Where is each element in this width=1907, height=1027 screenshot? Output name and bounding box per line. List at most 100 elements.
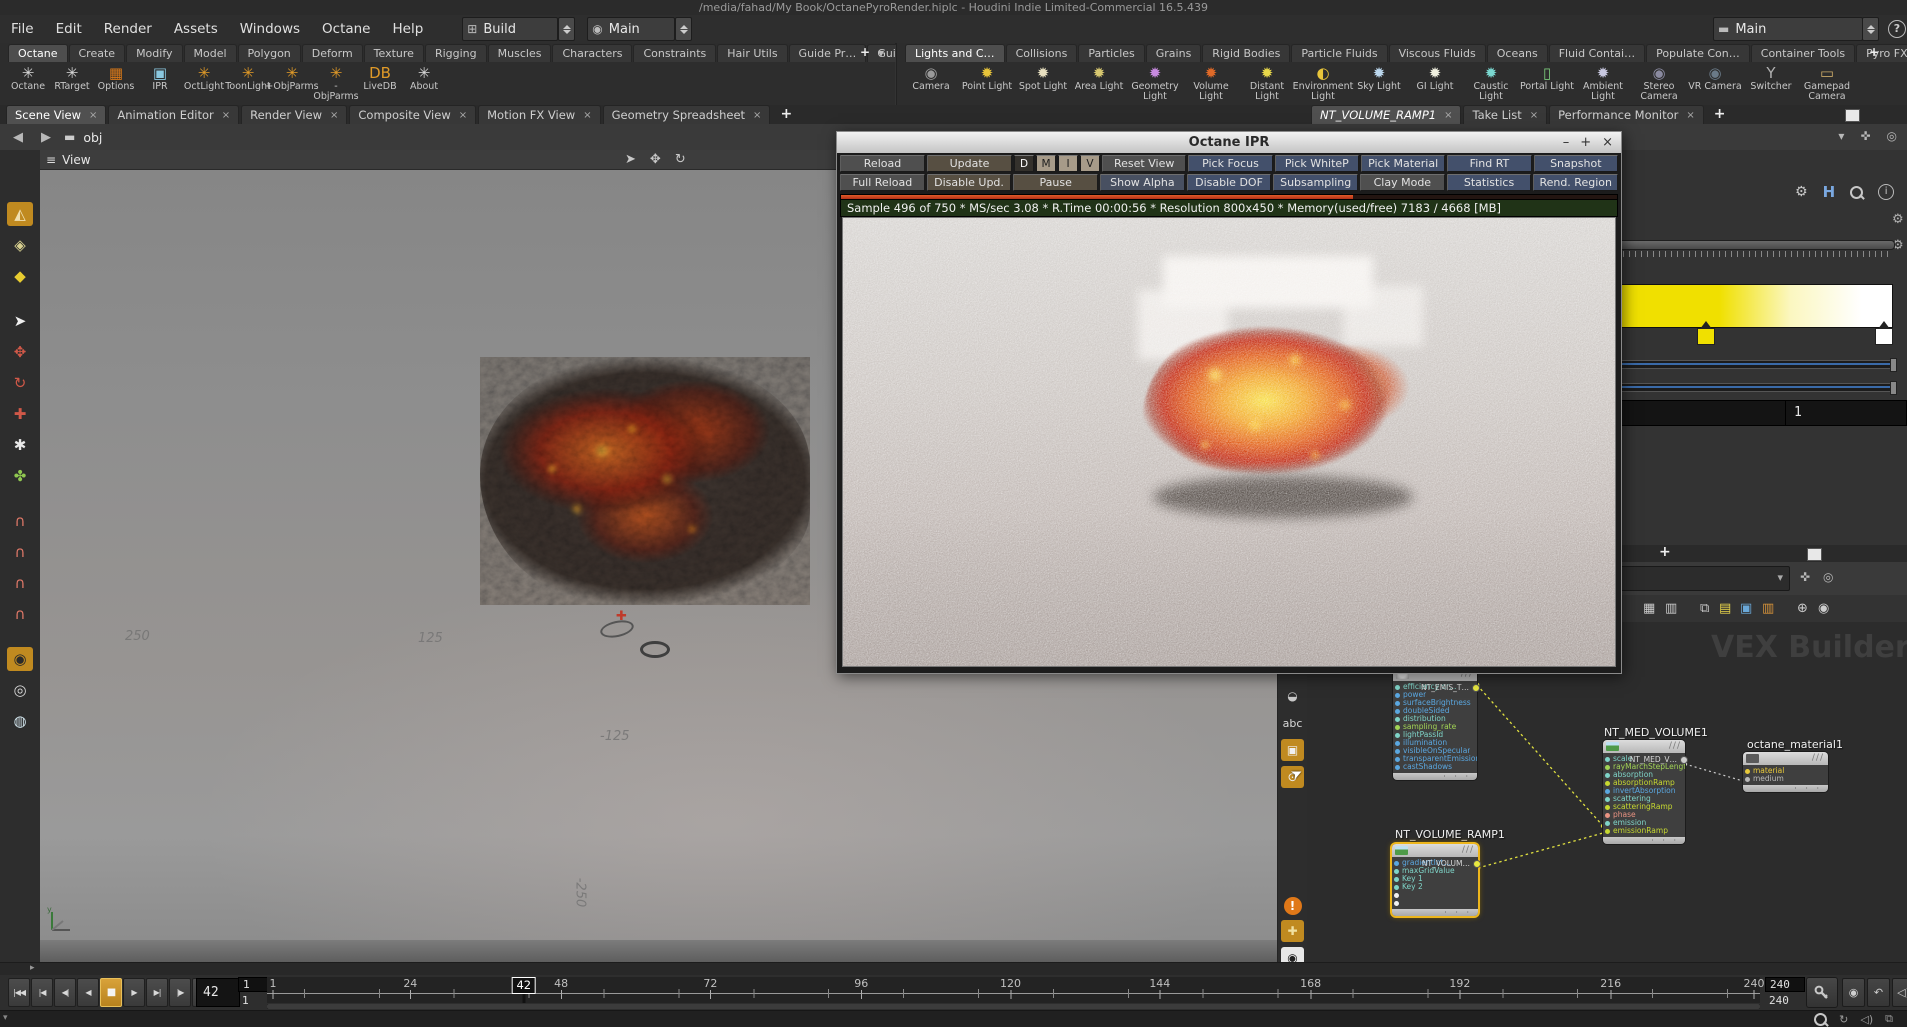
shelf-tool[interactable]: ◉ VR Camera [1687,62,1743,105]
tool-icon[interactable]: ◉ [7,647,33,671]
port-dot[interactable] [1605,796,1610,802]
pane-tab[interactable]: Geometry Spreadsheet × [602,105,771,124]
close-icon[interactable]: × [1530,110,1538,121]
select-icon[interactable]: ➤ [625,152,636,167]
ipr-toggle[interactable]: V [1080,155,1100,172]
port-dot[interactable] [1395,748,1400,754]
shelf-tab[interactable]: Model [183,44,237,62]
transport-button[interactable]: ▶| [146,978,168,1007]
info-icon[interactable]: i [1878,184,1895,200]
octane-ipr-window[interactable]: Octane IPR – + × Reload Update DMIV Reset… [836,131,1622,674]
splitter-icon[interactable]: ▾ [3,1013,8,1023]
shelf-add-icon[interactable]: + [1869,45,1879,59]
shelf-tool[interactable]: DB LiveDB [358,62,402,105]
shelf-tab[interactable]: Polygon [237,44,301,62]
shelf-tab[interactable]: Octane [8,44,68,62]
node-port[interactable]: rayMarchStepLength [1605,763,1685,771]
tool-icon[interactable]: ➤ [7,309,33,333]
node-port[interactable]: visibleOnSpecular [1395,747,1477,755]
port-dot[interactable] [1395,692,1400,698]
pane-maximize-icon[interactable] [1845,109,1860,122]
port-dot[interactable] [1394,876,1399,882]
close-icon[interactable]: × [1444,110,1452,121]
tool-icon[interactable]: ✤ [7,464,33,488]
node-port[interactable]: surfaceBrightness [1395,699,1477,707]
shelf-tool[interactable]: ✹ Volume Light [1183,62,1239,105]
timeline-scrollbar[interactable] [267,1004,1760,1009]
houdini-logo-icon[interactable]: H [1823,183,1836,201]
clipboard-icon[interactable]: ⧉ [1885,1012,1893,1026]
close-icon[interactable]: × [583,110,591,121]
rotate-icon[interactable]: ↻ [675,152,686,167]
tool-icon[interactable]: ✚ [7,402,33,426]
port-dot[interactable] [1394,884,1399,890]
node-port[interactable]: maxGridValue [1394,867,1478,875]
shelf-tab[interactable]: Particles [1078,44,1145,62]
shelf-tool[interactable]: ✳ ToonLight [225,62,271,105]
dropdown-icon[interactable]: ▾ [1838,129,1844,143]
desktop-switch-combo[interactable]: ▬ Main [1713,17,1863,41]
node-port[interactable]: medium [1745,775,1828,783]
shelf-tab[interactable]: Deform [301,44,363,62]
desktop-combo[interactable]: ⊞ Build [462,17,559,41]
node-port[interactable] [1394,891,1478,899]
close-icon[interactable]: × [330,110,338,121]
close-icon[interactable]: × [753,110,761,121]
node-port[interactable]: illumination [1395,739,1477,747]
shelf-tool[interactable]: ✹ GI Light [1407,62,1463,105]
gear-icon[interactable]: ⚙ [1892,212,1904,227]
node-port[interactable]: distribution [1395,715,1477,723]
range-start-field[interactable]: 1 [238,977,270,992]
shelf-tool[interactable]: ✹ Area Light [1071,62,1127,105]
ipr-button[interactable]: Snapshot [1533,155,1618,172]
node-port[interactable]: scatteringRamp [1605,803,1685,811]
tool-icon[interactable]: ∩ [7,602,33,626]
ipr-button[interactable]: Pick Material [1360,155,1446,172]
network-tool-icon[interactable]: ▦ [1643,601,1655,616]
shelf-tool[interactable]: ✳ -ObjParms [313,62,358,105]
pin-icon[interactable]: ✜ [1800,570,1810,584]
node-port[interactable]: material [1745,767,1828,775]
node-port[interactable]: lightPassId [1395,731,1477,739]
set-key-button[interactable] [1806,977,1838,1008]
port-dot[interactable] [1605,780,1610,786]
port-dot[interactable] [1395,708,1400,714]
shelf-tool[interactable]: Y Switcher [1743,62,1799,105]
tool-icon[interactable]: ✥ [7,340,33,364]
shelf-tool[interactable]: ◉ Stereo Camera [1631,62,1687,105]
ipr-title-bar[interactable]: Octane IPR – + × [837,132,1621,153]
audio-button[interactable]: ◁) [1892,978,1907,1007]
shelf-tab[interactable]: Muscles [487,44,552,62]
transport-button[interactable]: ◀| [54,978,76,1007]
node-output-dot[interactable] [1473,860,1481,868]
shelf-tab[interactable]: Lights and C… [905,44,1005,62]
ipr-button[interactable]: Reload [840,155,925,172]
ipr-button[interactable]: Rend. Region [1533,174,1619,191]
shelf-tab[interactable]: Rigging [424,44,487,62]
tool-icon[interactable]: ∩ [7,571,33,595]
close-icon[interactable]: × [222,110,230,121]
shelf-tool[interactable]: ✳ About [402,62,446,105]
port-dot[interactable] [1395,724,1400,730]
port-dot[interactable] [1395,716,1400,722]
pane-tab[interactable]: Render View × [241,105,348,124]
shelf-tool[interactable]: ✹ Distant Light [1239,62,1295,105]
ipr-button[interactable]: Pick WhiteP [1274,155,1359,172]
port-dot[interactable] [1395,764,1400,770]
target-icon[interactable]: ◎ [1823,570,1833,584]
current-frame-field[interactable]: 42 [196,978,240,1007]
shelf-tool[interactable]: ▯ Portal Light [1519,62,1575,105]
ramp-key-marker[interactable] [1697,321,1715,345]
port-dot[interactable] [1605,812,1610,818]
pane-tab[interactable]: Motion FX View × [478,105,601,124]
menu-item[interactable]: Windows [229,15,311,43]
pane-tab[interactable]: NT_VOLUME_RAMP1 × [1311,105,1462,124]
close-icon[interactable]: × [1602,132,1613,153]
shelf-menu-icon[interactable]: ▾ [878,46,884,60]
node-header[interactable]: /// [1743,752,1828,765]
shelf-tool[interactable]: ✳ RTarget [50,62,94,105]
tool-icon[interactable]: ◆ [7,264,33,288]
port-dot[interactable] [1394,868,1399,874]
shelf-tab[interactable]: Fluid Contai… [1548,44,1646,62]
shelf-tool[interactable]: ✹ Caustic Light [1463,62,1519,105]
